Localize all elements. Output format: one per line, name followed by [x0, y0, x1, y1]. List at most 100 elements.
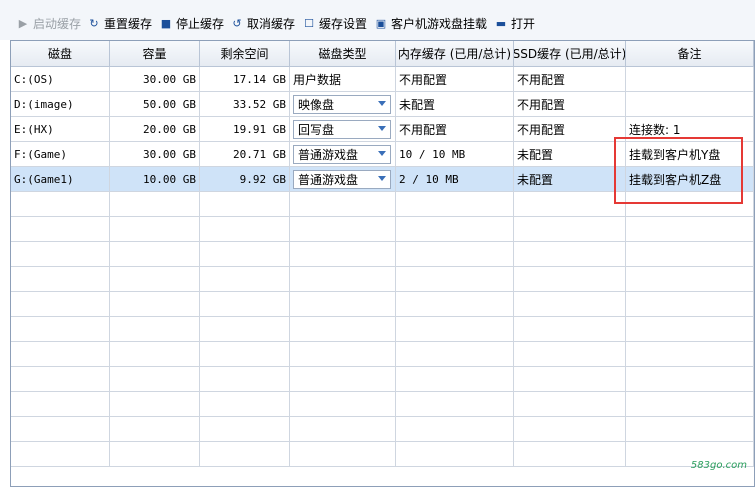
- empty-cell: [200, 417, 290, 442]
- empty-table-row: [11, 392, 754, 417]
- stop-cache-button[interactable]: ■ 停止缓存: [160, 14, 224, 32]
- empty-cell: [396, 417, 514, 442]
- empty-cell: [110, 442, 200, 467]
- header-free-space[interactable]: 剩余空间: [200, 41, 290, 67]
- empty-cell: [396, 442, 514, 467]
- cell-capacity: 10.00 GB: [110, 167, 200, 192]
- empty-cell: [514, 442, 626, 467]
- empty-cell: [514, 417, 626, 442]
- cell-disk: E:(HX): [11, 117, 110, 142]
- empty-cell: [626, 342, 754, 367]
- chevron-down-icon[interactable]: [378, 176, 386, 181]
- cell-disk-type: 普通游戏盘: [290, 167, 396, 192]
- chevron-down-icon[interactable]: [378, 126, 386, 131]
- empty-cell: [200, 317, 290, 342]
- cache-settings-label: 缓存设置: [319, 16, 368, 31]
- empty-cell: [110, 392, 200, 417]
- disk-type-dropdown[interactable]: 普通游戏盘: [293, 145, 391, 164]
- empty-cell: [626, 242, 754, 267]
- empty-cell: [514, 217, 626, 242]
- highlight-annotation: [614, 137, 743, 204]
- chevron-down-icon[interactable]: [378, 101, 386, 106]
- cell-capacity: 30.00 GB: [110, 142, 200, 167]
- empty-table-row: [11, 317, 754, 342]
- table-row[interactable]: D:(image) 50.00 GB 33.52 GB 映像盘 未配置 不用配置: [11, 92, 754, 117]
- empty-cell: [11, 317, 110, 342]
- empty-cell: [200, 342, 290, 367]
- empty-cell: [110, 267, 200, 292]
- empty-cell: [514, 342, 626, 367]
- cell-ssd-cache: 不用配置: [514, 117, 626, 142]
- cell-capacity: 50.00 GB: [110, 92, 200, 117]
- cell-disk: G:(Game1): [11, 167, 110, 192]
- empty-cell: [514, 317, 626, 342]
- header-remark[interactable]: 备注: [626, 41, 754, 67]
- empty-cell: [396, 317, 514, 342]
- cell-memory-cache: 未配置: [396, 92, 514, 117]
- empty-cell: [290, 317, 396, 342]
- empty-cell: [514, 192, 626, 217]
- empty-cell: [290, 417, 396, 442]
- cell-disk-type: 用户数据: [290, 67, 396, 92]
- empty-cell: [396, 392, 514, 417]
- cell-ssd-cache: 未配置: [514, 142, 626, 167]
- disk-type-value: 映像盘: [298, 98, 335, 112]
- disk-type-dropdown[interactable]: 映像盘: [293, 95, 391, 114]
- header-ssd-cache[interactable]: SSD缓存 (已用/总计): [514, 41, 626, 67]
- start-cache-button[interactable]: ▶ 启动缓存: [17, 14, 81, 32]
- header-disk[interactable]: 磁盘: [11, 41, 110, 67]
- empty-table-row: [11, 217, 754, 242]
- empty-cell: [200, 242, 290, 267]
- play-icon: ▶: [18, 16, 28, 30]
- empty-cell: [626, 392, 754, 417]
- header-memory-cache[interactable]: 内存缓存 (已用/总计): [396, 41, 514, 67]
- empty-cell: [290, 442, 396, 467]
- empty-cell: [110, 367, 200, 392]
- reset-cache-button[interactable]: ↻ 重置缓存: [88, 14, 152, 32]
- undo-icon: ↺: [232, 16, 242, 30]
- cell-disk-type: 映像盘: [290, 92, 396, 117]
- open-button[interactable]: ▬ 打开: [495, 14, 535, 32]
- empty-cell: [514, 267, 626, 292]
- table-row[interactable]: C:(OS) 30.00 GB 17.14 GB 用户数据 不用配置 不用配置: [11, 67, 754, 92]
- empty-cell: [11, 392, 110, 417]
- disk-type-dropdown[interactable]: 回写盘: [293, 120, 391, 139]
- empty-cell: [11, 192, 110, 217]
- checkbox-icon: ☐: [304, 16, 314, 30]
- cell-free-space: 20.71 GB: [200, 142, 290, 167]
- disk-icon: ▣: [375, 16, 387, 30]
- empty-table-row: [11, 267, 754, 292]
- empty-cell: [11, 267, 110, 292]
- empty-cell: [11, 342, 110, 367]
- empty-cell: [290, 292, 396, 317]
- empty-cell: [11, 442, 110, 467]
- empty-cell: [514, 392, 626, 417]
- chevron-down-icon[interactable]: [378, 151, 386, 156]
- cell-ssd-cache: 未配置: [514, 167, 626, 192]
- empty-cell: [110, 292, 200, 317]
- empty-cell: [200, 217, 290, 242]
- header-disk-type[interactable]: 磁盘类型: [290, 41, 396, 67]
- empty-cell: [110, 242, 200, 267]
- disk-table: 磁盘 容量 剩余空间 磁盘类型 内存缓存 (已用/总计) SSD缓存 (已用/总…: [10, 40, 755, 487]
- cell-remark: [626, 67, 754, 92]
- empty-cell: [11, 367, 110, 392]
- empty-cell: [110, 342, 200, 367]
- header-capacity[interactable]: 容量: [110, 41, 200, 67]
- empty-cell: [290, 217, 396, 242]
- reset-cache-label: 重置缓存: [104, 16, 153, 31]
- cancel-cache-button[interactable]: ↺ 取消缓存: [231, 14, 295, 32]
- empty-cell: [396, 217, 514, 242]
- disk-type-dropdown[interactable]: 普通游戏盘: [293, 170, 391, 189]
- toolbar: ▶ 启动缓存 ↻ 重置缓存 ■ 停止缓存 ↺ 取消缓存 ☐ 缓存设置 ▣ 客户机…: [0, 0, 755, 40]
- empty-cell: [626, 217, 754, 242]
- empty-cell: [290, 267, 396, 292]
- cache-settings-button[interactable]: ☐ 缓存设置: [303, 14, 367, 32]
- empty-cell: [11, 242, 110, 267]
- empty-cell: [396, 242, 514, 267]
- mount-game-disk-button[interactable]: ▣ 客户机游戏盘挂载: [375, 14, 487, 32]
- empty-cell: [626, 292, 754, 317]
- disk-type-value: 普通游戏盘: [298, 173, 359, 187]
- empty-cell: [11, 417, 110, 442]
- empty-cell: [290, 242, 396, 267]
